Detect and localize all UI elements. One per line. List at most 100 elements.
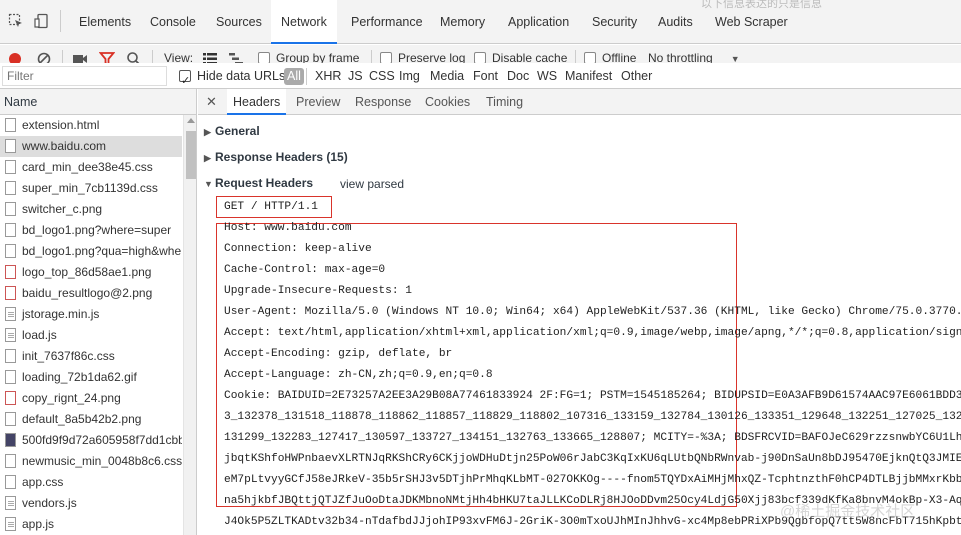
file-icon [5,349,16,363]
request-name: loading_72b1da62.gif [22,370,137,384]
inspect-element-icon[interactable] [8,13,24,29]
request-name: logo_top_86d58ae1.png [22,265,152,279]
tab-performance[interactable]: Performance [341,0,433,44]
file-icon [5,223,16,237]
request-row[interactable]: load.js [0,325,182,346]
response-headers-label: Response Headers (15) [215,150,348,164]
watermark: @稀土掘金技术社区 [780,503,916,520]
file-icon [5,370,16,384]
request-row[interactable]: default_8a5b42b2.png [0,409,182,430]
filter-type-img[interactable]: Img [399,63,420,89]
header-line: jbqtKShfoHWPnbaevXLRTNJqRKShCRy6CKjjoWDH… [224,453,961,465]
header-line: Host: www.baidu.com [224,222,352,234]
tab-audits[interactable]: Audits [648,0,703,44]
request-name: super_min_7cb1139d.css [22,181,158,195]
request-list-scrollbar[interactable] [183,115,196,535]
request-name: card_min_dee38e45.css [22,160,153,174]
filter-type-other[interactable]: Other [621,63,652,89]
close-icon[interactable]: ✕ [206,94,217,110]
file-icon [5,433,16,447]
request-name: app.js [22,517,55,531]
request-row[interactable]: app.css [0,472,182,493]
details-tabbar: ✕ Headers Preview Response Cookies Timin… [198,89,961,115]
tab-response[interactable]: Response [349,89,417,115]
request-name: baidu_resultlogo@2.png [22,286,153,300]
header-line: eM7pLtvyyGCfJ58eJRkeV-35b5rSHJ3v5DTjhPrM… [224,474,961,486]
request-row[interactable]: init_7637f86c.css [0,346,182,367]
request-row[interactable]: www.baidu.com [0,136,182,157]
filter-type-all[interactable]: All [284,68,304,85]
tab-sources[interactable]: Sources [206,0,272,44]
request-headers-section[interactable]: ▼ Request Headers [204,176,313,190]
hide-data-urls-checkbox[interactable]: Hide data URLs [179,63,286,94]
header-line: User-Agent: Mozilla/5.0 (Windows NT 10.0… [224,306,961,318]
request-row[interactable]: extension.html [0,115,182,136]
response-headers-section[interactable]: ▶ Response Headers (15) [204,150,348,164]
filter-type-css[interactable]: CSS [369,63,395,89]
header-line: Upgrade-Insecure-Requests: 1 [224,285,412,297]
request-name: jstorage.min.js [22,307,100,321]
tab-headers[interactable]: Headers [227,89,287,115]
request-row[interactable]: switcher_c.png [0,199,182,220]
filter-type-manifest[interactable]: Manifest [565,63,612,89]
filter-type-js[interactable]: JS [348,63,363,89]
request-row[interactable]: vendors.js [0,493,182,514]
general-section[interactable]: ▶ General [204,124,260,138]
filter-type-xhr[interactable]: XHR [315,63,341,89]
request-name: bd_logo1.png?where=super [22,223,172,237]
request-row[interactable]: super_min_7cb1139d.css [0,178,182,199]
scroll-up-icon[interactable] [187,118,195,123]
tab-preview[interactable]: Preview [290,89,346,115]
request-row[interactable]: bd_logo1.png?qua=high&whe [0,241,182,262]
name-column-header[interactable]: Name [0,89,196,115]
tab-timing[interactable]: Timing [480,89,529,115]
expand-arrow-icon: ▶ [204,127,211,137]
tab-security[interactable]: Security [582,0,647,44]
filter-input[interactable] [2,66,167,86]
header-line: Accept: text/html,application/xhtml+xml,… [224,327,961,339]
request-row[interactable]: loading_72b1da62.gif [0,367,182,388]
request-row[interactable]: card_min_dee38e45.css [0,157,182,178]
request-name: www.baidu.com [22,139,107,153]
request-row[interactable]: 500fd9f9d72a605958f7dd1cbb [0,430,182,451]
file-icon [5,517,16,531]
request-row[interactable]: copy_rignt_24.png [0,388,182,409]
request-row[interactable]: bd_logo1.png?where=super [0,220,182,241]
file-icon [5,286,16,300]
request-row[interactable]: logo_top_86d58ae1.png [0,262,182,283]
file-icon [5,496,16,510]
request-name: copy_rignt_24.png [22,391,121,405]
header-line: Cache-Control: max-age=0 [224,264,386,276]
header-line: Cookie: BAIDUID=2E73257A2EE3A29B08A77461… [224,390,961,402]
filter-type-font[interactable]: Font [473,63,498,89]
tab-elements[interactable]: Elements [69,0,141,44]
file-icon [5,265,16,279]
scrollbar-thumb[interactable] [186,131,196,179]
request-name: load.js [22,328,57,342]
request-row[interactable]: newmusic_min_0048b8c6.css [0,451,182,472]
tab-network[interactable]: Network [271,0,337,44]
view-parsed-link[interactable]: view parsed [340,177,404,191]
filter-type-ws[interactable]: WS [537,63,557,89]
request-row[interactable]: app.js [0,514,182,535]
tab-console[interactable]: Console [140,0,206,44]
tab-memory[interactable]: Memory [430,0,495,44]
request-row[interactable]: baidu_resultlogo@2.png [0,283,182,304]
devtools-tabbar: Elements Console Sources Network Perform… [0,0,961,44]
filter-type-doc[interactable]: Doc [507,63,529,89]
header-line: Accept-Encoding: gzip, deflate, br [224,348,453,360]
tab-application[interactable]: Application [498,0,579,44]
request-details: ✕ Headers Preview Response Cookies Timin… [198,89,961,535]
tab-cookies[interactable]: Cookies [419,89,476,115]
device-toolbar-icon[interactable] [34,13,50,29]
request-row[interactable]: jstorage.min.js [0,304,182,325]
filter-type-media[interactable]: Media [430,63,464,89]
file-icon [5,307,16,321]
hide-data-urls-label: Hide data URLs [197,69,286,83]
request-name: app.css [22,475,64,489]
file-icon [5,118,16,132]
request-name: vendors.js [22,496,77,510]
file-icon [5,202,16,216]
file-icon [5,181,16,195]
file-icon [5,391,16,405]
